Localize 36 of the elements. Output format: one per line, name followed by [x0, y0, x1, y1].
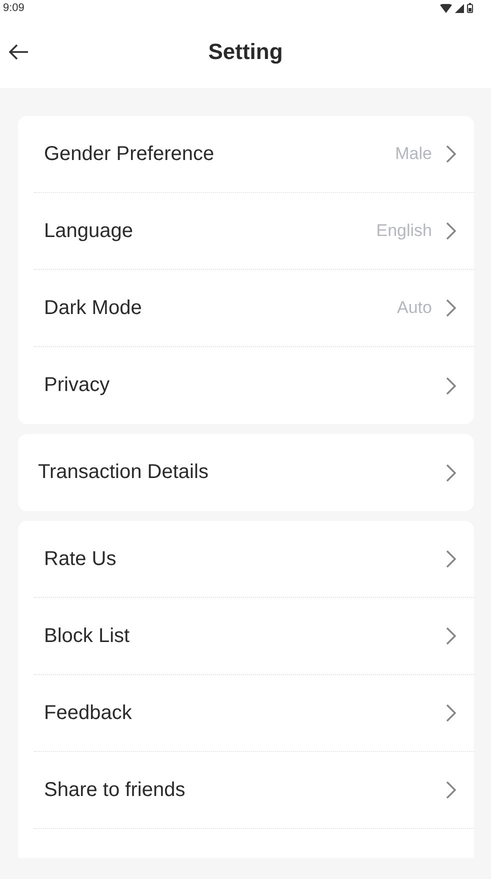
chevron-right-icon [446, 781, 456, 799]
row-value: English [376, 221, 432, 241]
status-time: 9:09 [3, 2, 24, 14]
settings-row[interactable]: Share to friends [34, 752, 474, 829]
row-label: Privacy [44, 374, 111, 397]
row-label: Block List [44, 624, 131, 648]
chevron-right-icon [446, 376, 456, 394]
settings-row[interactable]: Dark Mode Auto [34, 270, 474, 347]
chevron-right-icon [446, 627, 456, 645]
settings-row[interactable]: Gender Preference Male [34, 116, 474, 193]
settings-row[interactable]: Block List [34, 598, 474, 675]
settings-row[interactable]: Privacy [34, 347, 474, 424]
chevron-right-icon [446, 464, 456, 482]
back-arrow-icon[interactable] [9, 44, 29, 60]
chevron-right-icon [446, 299, 456, 317]
chevron-right-icon [446, 145, 456, 163]
row-label: Feedback [44, 702, 133, 724]
settings-row[interactable]: Rate Us [34, 521, 474, 598]
chevron-right-icon [446, 550, 456, 568]
row-label: Gender Preference [44, 142, 216, 166]
settings-row[interactable]: Transaction Details [34, 434, 474, 511]
row-label: Dark Mode [44, 296, 143, 320]
row-value: Auto [397, 298, 432, 318]
battery-icon [467, 3, 473, 13]
wifi-icon [440, 4, 452, 12]
page-title: Setting [208, 39, 283, 65]
row-value: Male [395, 144, 432, 164]
row-label: Transaction Details [38, 461, 210, 484]
signal-icon [455, 4, 464, 12]
settings-row[interactable]: Language English [34, 193, 474, 270]
row-label: Rate Us [44, 548, 118, 570]
row-label: Language [44, 220, 134, 242]
chevron-right-icon [446, 704, 456, 722]
settings-row[interactable]: Feedback [34, 675, 474, 752]
row-label: Share to friends [44, 778, 186, 802]
chevron-right-icon [446, 222, 456, 240]
